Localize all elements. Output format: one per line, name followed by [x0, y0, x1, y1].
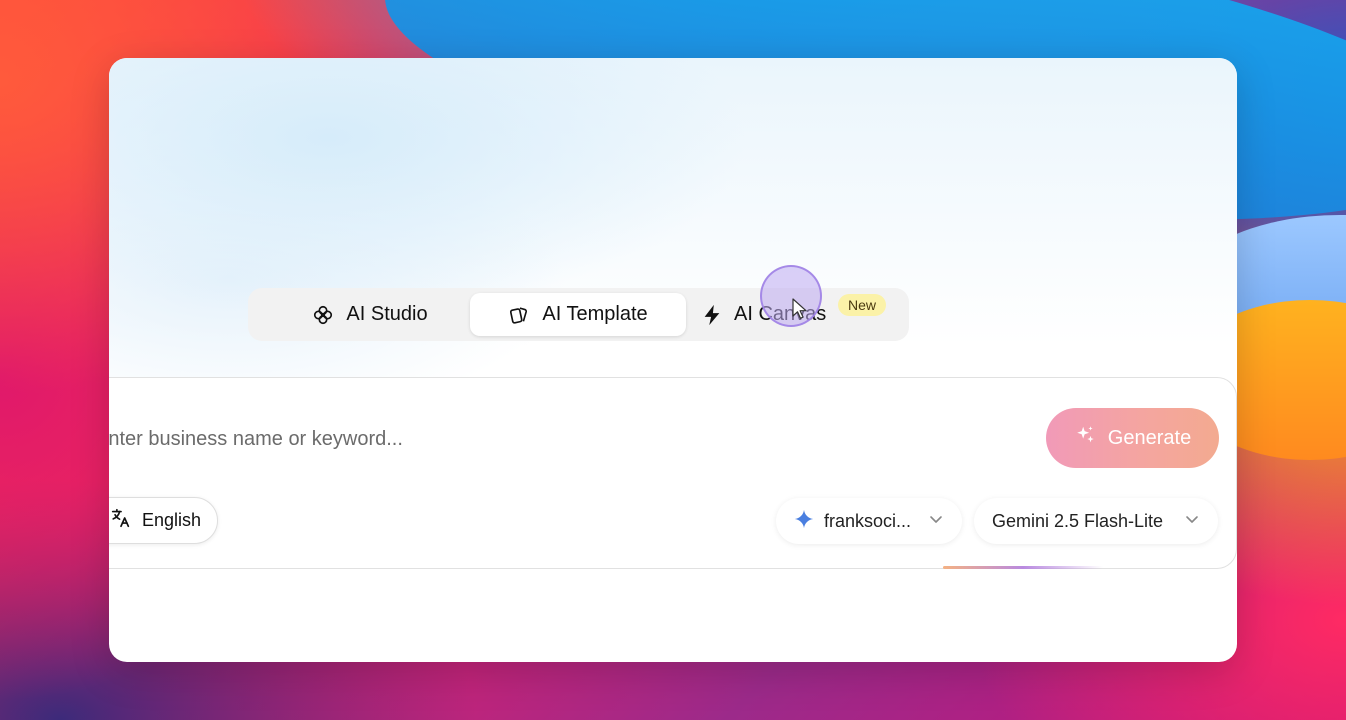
model-label: Gemini 2.5 Flash-Lite	[992, 510, 1164, 531]
model-select[interactable]: Gemini 2.5 Flash-Lite	[974, 498, 1218, 544]
sparkle-icon	[1074, 424, 1096, 452]
new-badge: New	[838, 294, 887, 316]
generate-label: Generate	[1107, 426, 1192, 449]
chevron-down-icon	[928, 511, 944, 532]
tab-label: AI Canvas	[734, 303, 827, 325]
cards-icon	[508, 304, 530, 326]
translate-icon	[110, 507, 132, 534]
app-window: AI Studio AI Template AI Canvas New Ente…	[109, 58, 1237, 662]
language-label: English	[141, 510, 201, 530]
account-label: franksoci...	[824, 510, 912, 531]
language-selector[interactable]: English	[109, 497, 218, 544]
account-select[interactable]: franksoci...	[776, 498, 962, 544]
tab-ai-studio[interactable]: AI Studio	[270, 293, 470, 336]
tab-ai-template[interactable]: AI Template	[470, 293, 686, 336]
chevron-down-icon	[1184, 511, 1200, 532]
business-keyword-input[interactable]	[109, 418, 1009, 460]
accent-underline	[943, 566, 1103, 569]
generate-button[interactable]: Generate	[1046, 408, 1219, 468]
gemini-star-icon	[794, 509, 814, 534]
tab-label: AI Template	[542, 303, 648, 325]
flower-icon	[312, 304, 334, 326]
lightning-icon	[702, 304, 722, 326]
mode-tabs: AI Studio AI Template AI Canvas	[248, 288, 909, 341]
tab-label: AI Studio	[346, 303, 428, 325]
